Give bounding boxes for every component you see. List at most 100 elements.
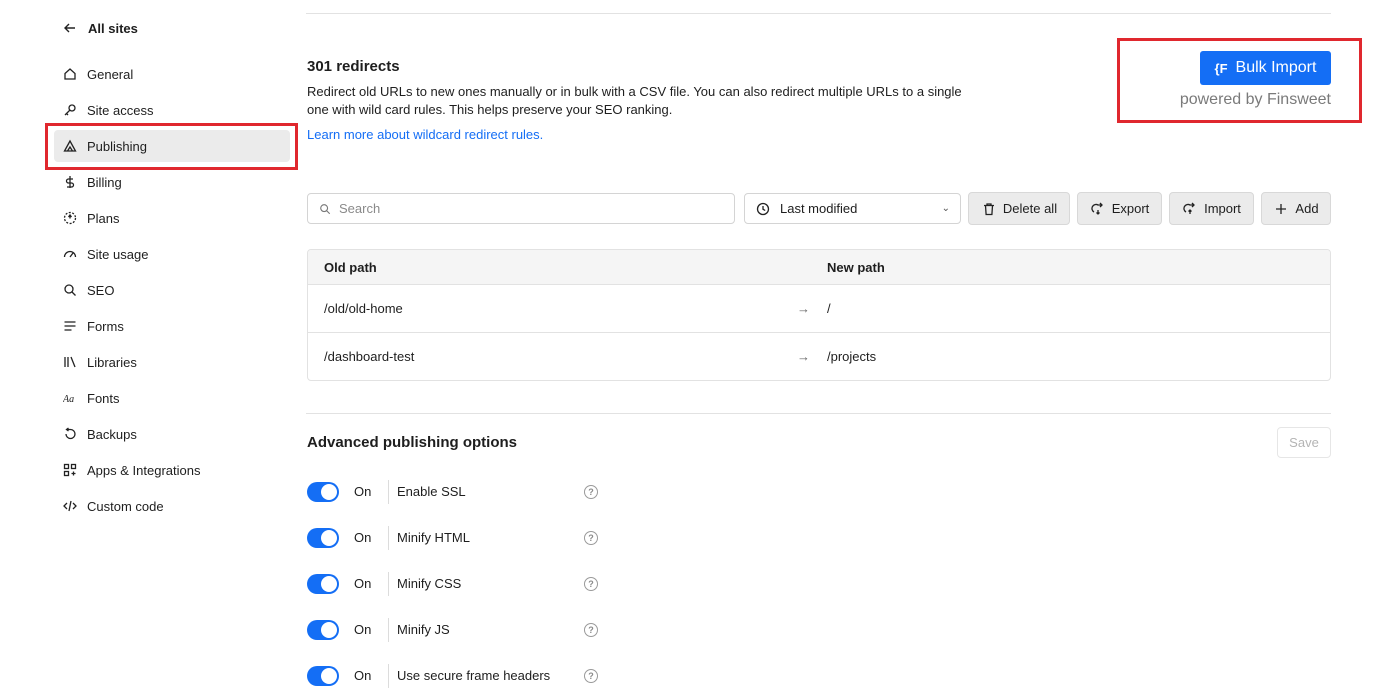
sidebar-item-label: Custom code [87,498,164,514]
minify-html-toggle[interactable] [307,528,339,548]
sort-value: Last modified [780,201,858,216]
option-minify-js: On Minify JS ? [307,618,607,642]
toggle-state-label: On [354,668,372,683]
arrow-left-icon [62,20,78,36]
top-divider [306,13,1331,14]
advanced-options-title: Advanced publishing options [307,434,517,451]
libraries-icon [62,354,78,370]
redirects-title: 301 redirects [307,58,400,75]
sidebar-item-label: Forms [87,318,124,334]
option-secure-frame-headers: On Use secure frame headers ? [307,664,607,688]
toggle-state-label: On [354,576,372,591]
trash-icon [981,201,997,217]
forms-icon [62,318,78,334]
sidebar-item-publishing[interactable]: Publishing [54,130,290,162]
table-header: Old path New path [308,250,1330,285]
search-box [307,193,735,224]
enable-ssl-toggle[interactable] [307,482,339,502]
help-icon[interactable]: ? [584,623,598,637]
bulk-import-panel: {F Bulk Import powered by Finsweet [1118,39,1361,122]
sidebar: All sites General Site access Publishing… [0,0,300,693]
sidebar-item-apps-integrations[interactable]: Apps & Integrations [54,454,290,486]
help-icon[interactable]: ? [584,669,598,683]
export-label: Export [1111,201,1150,216]
apps-icon [62,462,78,478]
code-icon [62,498,78,514]
table-row[interactable]: /old/old-home → / [308,285,1330,333]
svg-text:Aa: Aa [63,394,74,405]
sidebar-item-label: Backups [87,426,137,442]
help-icon[interactable]: ? [584,577,598,591]
sidebar-item-label: Libraries [87,354,137,370]
sidebar-item-label: Apps & Integrations [87,462,201,478]
sidebar-item-label: Publishing [87,138,147,154]
option-minify-css: On Minify CSS ? [307,572,607,596]
toggle-state-label: On [354,484,372,499]
export-icon [1090,201,1106,217]
search-icon [62,282,78,298]
search-input[interactable] [339,201,719,216]
dollar-icon [62,174,78,190]
new-path-cell: /projects [827,349,877,364]
publish-icon [62,138,78,154]
search-icon [317,201,333,217]
finsweet-logo-icon: {F [1214,60,1228,76]
option-minify-html: On Minify HTML ? [307,526,607,550]
delete-all-button[interactable]: Delete all [968,192,1070,225]
redirects-table: Old path New path /old/old-home → / /das… [307,249,1331,381]
save-button[interactable]: Save [1277,427,1331,458]
home-icon [62,66,78,82]
minify-css-toggle[interactable] [307,574,339,594]
help-icon[interactable]: ? [584,531,598,545]
sidebar-item-billing[interactable]: Billing [54,166,290,198]
bulk-import-button[interactable]: {F Bulk Import [1200,51,1331,85]
add-label: Add [1295,201,1319,216]
sidebar-item-libraries[interactable]: Libraries [54,346,290,378]
sidebar-item-backups[interactable]: Backups [54,418,290,450]
sidebar-item-custom-code[interactable]: Custom code [54,490,290,522]
add-button[interactable]: Add [1261,192,1331,225]
option-label: Minify HTML [397,530,470,545]
sidebar-item-general[interactable]: General [54,58,290,90]
sidebar-item-plans[interactable]: Plans [54,202,290,234]
bulk-import-label: Bulk Import [1235,59,1317,76]
section-divider [306,413,1331,414]
sidebar-item-label: Site usage [87,246,149,262]
plans-icon [62,210,78,226]
sidebar-item-label: Site access [87,102,154,118]
arrow-right-icon: → [797,301,810,316]
sidebar-item-label: Plans [87,210,120,226]
toggle-state-label: On [354,530,372,545]
back-to-all-sites-link[interactable]: All sites [62,20,138,36]
sort-dropdown[interactable]: Last modified ⌄ [744,193,961,224]
sidebar-item-seo[interactable]: SEO [54,274,290,306]
sidebar-item-site-access[interactable]: Site access [54,94,290,126]
toggle-state-label: On [354,622,372,637]
delete-all-label: Delete all [1002,201,1058,216]
import-label: Import [1204,201,1241,216]
import-icon [1182,201,1198,217]
option-label: Minify CSS [397,576,462,591]
old-path-cell: /old/old-home [324,301,403,316]
minify-js-toggle[interactable] [307,620,339,640]
backup-icon [62,426,78,442]
secure-frame-headers-toggle[interactable] [307,666,339,686]
redirects-description: Redirect old URLs to new ones manually o… [307,84,962,117]
option-label: Minify JS [397,622,450,637]
help-icon[interactable]: ? [584,485,598,499]
gauge-icon [62,246,78,262]
column-header-new-path: New path [827,260,885,275]
export-button[interactable]: Export [1077,192,1162,225]
learn-more-link[interactable]: Learn more about wildcard redirect rules… [307,127,543,142]
sidebar-item-fonts[interactable]: Aa Fonts [54,382,290,414]
plus-icon [1273,201,1289,217]
sidebar-item-site-usage[interactable]: Site usage [54,238,290,270]
sidebar-item-label: General [87,66,134,82]
sidebar-item-label: SEO [87,282,115,298]
column-header-old-path: Old path [324,260,377,275]
import-button[interactable]: Import [1169,192,1254,225]
back-label: All sites [88,20,138,36]
sidebar-item-forms[interactable]: Forms [54,310,290,342]
table-row[interactable]: /dashboard-test → /projects [308,333,1330,380]
option-label: Enable SSL [397,484,466,499]
